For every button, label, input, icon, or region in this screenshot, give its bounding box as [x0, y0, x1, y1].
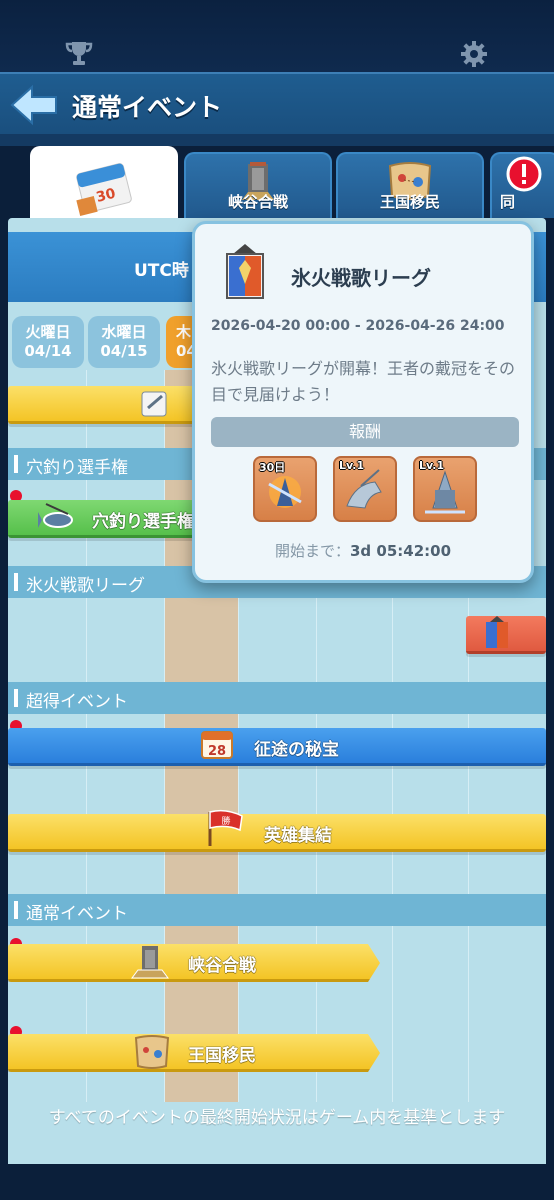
event-bar-expedition[interactable]: 28 征途の秘宝 [8, 728, 546, 766]
reward-item-ice-tower[interactable]: Lv.1 [413, 456, 477, 522]
event-bar-migration[interactable]: 王国移民 [8, 1034, 380, 1072]
page-title: 通常イベント [72, 93, 223, 122]
trophy-icon[interactable] [64, 40, 94, 66]
start-time: 3d 05:42:00 [350, 542, 452, 560]
event-bar-ice-fire[interactable] [466, 616, 546, 654]
event-bar-partial[interactable] [8, 386, 208, 424]
header-divider [0, 134, 554, 146]
day-date: 04/15 [100, 342, 148, 360]
map-scroll-icon [134, 1035, 170, 1069]
tab-kingdom-migration[interactable]: 王国移民 [336, 152, 484, 218]
reward-header: 報酬 [211, 417, 519, 447]
footer-note-text: すべてのイベントの最終開始状況はゲーム内を基準とします [48, 1108, 506, 1128]
section-regular: 通常イベント [8, 894, 546, 926]
event-label: 征途の秘宝 [254, 740, 339, 760]
event-label: 王国移民 [188, 1046, 256, 1066]
event-label: 穴釣り選手権 [92, 512, 194, 532]
section-label: 超得イベント [26, 692, 128, 712]
knight-icon [268, 476, 302, 508]
dragon-icon [346, 469, 382, 509]
page-header: 通常イベント [0, 72, 554, 134]
tab-label: 峡谷合戦 [227, 193, 288, 211]
canyon-tower-icon [131, 946, 169, 979]
tab-more[interactable]: 同 [490, 152, 554, 218]
tab-label: 王国移民 [379, 193, 440, 211]
section-marker [14, 689, 18, 707]
section-marker [14, 573, 18, 591]
back-button[interactable] [8, 82, 60, 128]
day-weekday: 火曜日 [25, 323, 71, 341]
fish-icon [38, 503, 73, 528]
section-label: 通常イベント [26, 904, 128, 924]
event-bar-fishing[interactable]: 穴釣り選手権 [8, 500, 208, 538]
flag-glyph: 勝 [221, 815, 230, 827]
calendar-28-number: 28 [208, 744, 226, 759]
scroll-icon [141, 391, 167, 417]
event-bar-canyon[interactable]: 峡谷合戦 [8, 944, 380, 982]
event-bar-heroes[interactable]: 勝 英雄集結 [8, 809, 546, 852]
tab-calendar[interactable]: 30 [30, 146, 178, 220]
day-tuesday[interactable]: 火曜日 04/14 [12, 316, 84, 368]
utc-label: UTC時 [134, 261, 189, 281]
section-label: 氷火戦歌リーグ [26, 576, 145, 596]
flag-icon: 勝 [208, 809, 243, 846]
section-special: 超得イベント [8, 682, 546, 714]
reward-item-ice-dragon[interactable]: Lv.1 [333, 456, 397, 522]
ice-fire-emblem-icon [226, 244, 264, 299]
reward-item-skin[interactable]: 30日 [253, 456, 317, 522]
event-detail-popup: 氷火戦歌リーグ 2026-04-20 00:00 - 2026-04-26 24… [192, 221, 534, 583]
popup-description: 氷火戦歌リーグが開幕！王者の戴冠をその目で見届けよう！ [211, 359, 516, 404]
calendar-28-icon: 28 [201, 731, 233, 759]
tab-canyon-battle[interactable]: 峡谷合戦 [184, 152, 332, 218]
tab-bar: 30 峡谷合戦 王国移民 同 [0, 146, 554, 220]
section-label: 穴釣り選手権 [26, 458, 128, 478]
section-marker [14, 901, 18, 919]
popup-dates: 2026-04-20 00:00 - 2026-04-26 24:00 [211, 318, 505, 334]
ice-fire-emblem-icon [486, 616, 508, 648]
alert-icon [506, 156, 542, 192]
day-weekday: 水曜日 [101, 323, 147, 341]
section-marker [14, 455, 18, 473]
event-label: 峡谷合戦 [188, 956, 256, 976]
start-prefix: 開始まで： [274, 542, 350, 560]
calendar-icon: 30 [76, 163, 132, 216]
gear-icon[interactable] [460, 40, 488, 68]
day-wednesday[interactable]: 水曜日 04/15 [88, 316, 160, 368]
ice-tower-icon [425, 470, 465, 514]
footer-note: すべてのイベントの最終開始状況はゲーム内を基準とします [8, 1102, 546, 1164]
popup-start-countdown: 開始まで：3d 05:42:00 [195, 540, 531, 561]
tab-label: 同 [500, 193, 516, 211]
popup-title: 氷火戦歌リーグ [291, 266, 431, 290]
top-bar [0, 0, 554, 72]
event-label: 英雄集結 [264, 826, 332, 846]
day-date: 04/14 [24, 342, 72, 360]
